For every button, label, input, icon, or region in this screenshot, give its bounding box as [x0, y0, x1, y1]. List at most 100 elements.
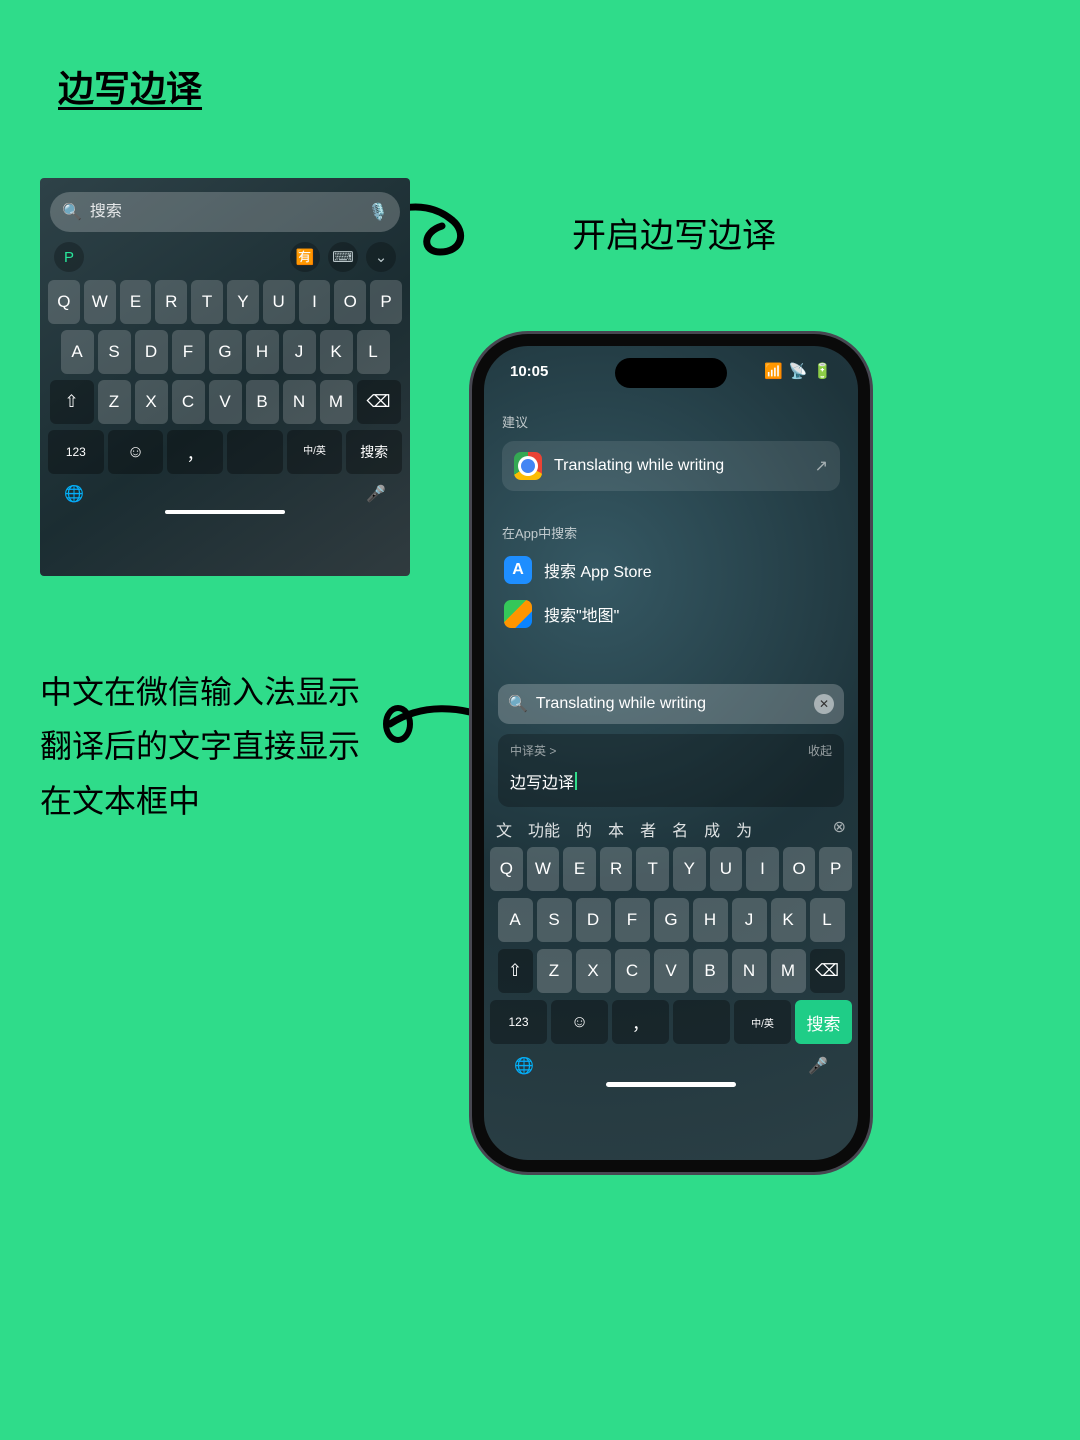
key-x[interactable]: X: [576, 949, 611, 993]
key-k[interactable]: K: [771, 898, 806, 942]
key-space[interactable]: [227, 430, 283, 474]
key-m[interactable]: M: [320, 380, 353, 424]
key-p[interactable]: P: [819, 847, 852, 891]
clear-icon[interactable]: ✕: [814, 694, 834, 714]
key-h[interactable]: H: [246, 330, 279, 374]
translate-mode-label[interactable]: 中译英 >: [510, 742, 556, 759]
key-o[interactable]: O: [334, 280, 366, 324]
key-c[interactable]: C: [615, 949, 650, 993]
candidate[interactable]: 的: [576, 817, 592, 841]
candidate[interactable]: 成: [704, 817, 720, 841]
key-q[interactable]: Q: [490, 847, 523, 891]
open-external-icon[interactable]: ↗: [815, 456, 828, 476]
key-v[interactable]: V: [654, 949, 689, 993]
candidate[interactable]: 文: [496, 817, 512, 841]
candidate[interactable]: 本: [608, 817, 624, 841]
key-j[interactable]: J: [732, 898, 767, 942]
globe-icon[interactable]: 🌐: [514, 1056, 534, 1076]
key-b[interactable]: B: [693, 949, 728, 993]
key-g[interactable]: G: [209, 330, 242, 374]
candidate[interactable]: 为: [736, 817, 752, 841]
key-j[interactable]: J: [283, 330, 316, 374]
suggestion-row[interactable]: Translating while writing ↗: [502, 441, 840, 491]
search-app-store-row[interactable]: A 搜索 App Store: [504, 556, 838, 584]
key-m[interactable]: M: [771, 949, 806, 993]
candidate[interactable]: 功能: [528, 817, 560, 841]
key-e[interactable]: E: [120, 280, 152, 324]
search-input-phone[interactable]: [536, 695, 806, 713]
key-p[interactable]: P: [370, 280, 402, 324]
key-t[interactable]: T: [636, 847, 669, 891]
key-d[interactable]: D: [576, 898, 611, 942]
key-r[interactable]: R: [600, 847, 633, 891]
key-emoji[interactable]: ☺: [551, 1000, 608, 1044]
keyboard-mode-icon[interactable]: ⌨: [328, 242, 358, 272]
key-z[interactable]: Z: [537, 949, 572, 993]
search-input[interactable]: [90, 203, 360, 221]
key-w[interactable]: W: [527, 847, 560, 891]
key-i[interactable]: I: [299, 280, 331, 324]
search-maps-row[interactable]: 搜索"地图": [504, 600, 838, 628]
key-a[interactable]: A: [498, 898, 533, 942]
collapse-label[interactable]: 收起: [808, 742, 832, 759]
key-x[interactable]: X: [135, 380, 168, 424]
key-k[interactable]: K: [320, 330, 353, 374]
key-shift[interactable]: ⇧: [50, 380, 94, 424]
key-t[interactable]: T: [191, 280, 223, 324]
key-language[interactable]: 中/英: [734, 1000, 791, 1044]
key-123[interactable]: 123: [490, 1000, 547, 1044]
key-l[interactable]: L: [810, 898, 845, 942]
key-s[interactable]: S: [98, 330, 131, 374]
key-z[interactable]: Z: [98, 380, 131, 424]
key-f[interactable]: F: [172, 330, 205, 374]
key-e[interactable]: E: [563, 847, 596, 891]
key-delete[interactable]: ⌫: [810, 949, 845, 993]
key-f[interactable]: F: [615, 898, 650, 942]
candidate-delete-icon[interactable]: ⊗: [833, 817, 846, 841]
key-y[interactable]: Y: [673, 847, 706, 891]
key-comma[interactable]: ，: [167, 430, 223, 474]
key-d[interactable]: D: [135, 330, 168, 374]
candidate[interactable]: 名: [672, 817, 688, 841]
key-n[interactable]: N: [732, 949, 767, 993]
key-y[interactable]: Y: [227, 280, 259, 324]
chevron-down-icon[interactable]: ⌄: [366, 242, 396, 272]
key-search[interactable]: 搜索: [795, 1000, 852, 1044]
key-b[interactable]: B: [246, 380, 279, 424]
key-r[interactable]: R: [155, 280, 187, 324]
key-w[interactable]: W: [84, 280, 116, 324]
dictation-icon[interactable]: 🎤: [366, 484, 386, 504]
home-indicator[interactable]: [165, 510, 285, 514]
key-language[interactable]: 中/英: [287, 430, 343, 474]
home-indicator[interactable]: [606, 1082, 736, 1087]
key-u[interactable]: U: [263, 280, 295, 324]
key-i[interactable]: I: [746, 847, 779, 891]
key-comma[interactable]: ，: [612, 1000, 669, 1044]
key-l[interactable]: L: [357, 330, 390, 374]
key-g[interactable]: G: [654, 898, 689, 942]
key-u[interactable]: U: [710, 847, 743, 891]
translate-toggle-icon[interactable]: 🈶: [290, 242, 320, 272]
mic-icon[interactable]: 🎙️: [368, 202, 388, 222]
key-o[interactable]: O: [783, 847, 816, 891]
key-s[interactable]: S: [537, 898, 572, 942]
key-shift[interactable]: ⇧: [498, 949, 533, 993]
candidate-bar[interactable]: 文功能的本者名成为 ⊗: [484, 807, 858, 847]
candidate[interactable]: 者: [640, 817, 656, 841]
key-a[interactable]: A: [61, 330, 94, 374]
key-q[interactable]: Q: [48, 280, 80, 324]
spotlight-search-bar-phone[interactable]: 🔍 ✕: [498, 684, 844, 724]
spotlight-search-bar[interactable]: 🔍 🎙️: [50, 192, 400, 232]
key-emoji[interactable]: ☺: [108, 430, 164, 474]
key-space[interactable]: [673, 1000, 730, 1044]
key-search[interactable]: 搜索: [346, 430, 402, 474]
key-delete[interactable]: ⌫: [357, 380, 401, 424]
key-c[interactable]: C: [172, 380, 205, 424]
key-n[interactable]: N: [283, 380, 316, 424]
dictation-icon[interactable]: 🎤: [808, 1056, 828, 1076]
key-v[interactable]: V: [209, 380, 242, 424]
globe-icon[interactable]: 🌐: [64, 484, 84, 504]
wechat-ime-icon[interactable]: P: [54, 242, 84, 272]
key-123[interactable]: 123: [48, 430, 104, 474]
key-h[interactable]: H: [693, 898, 728, 942]
